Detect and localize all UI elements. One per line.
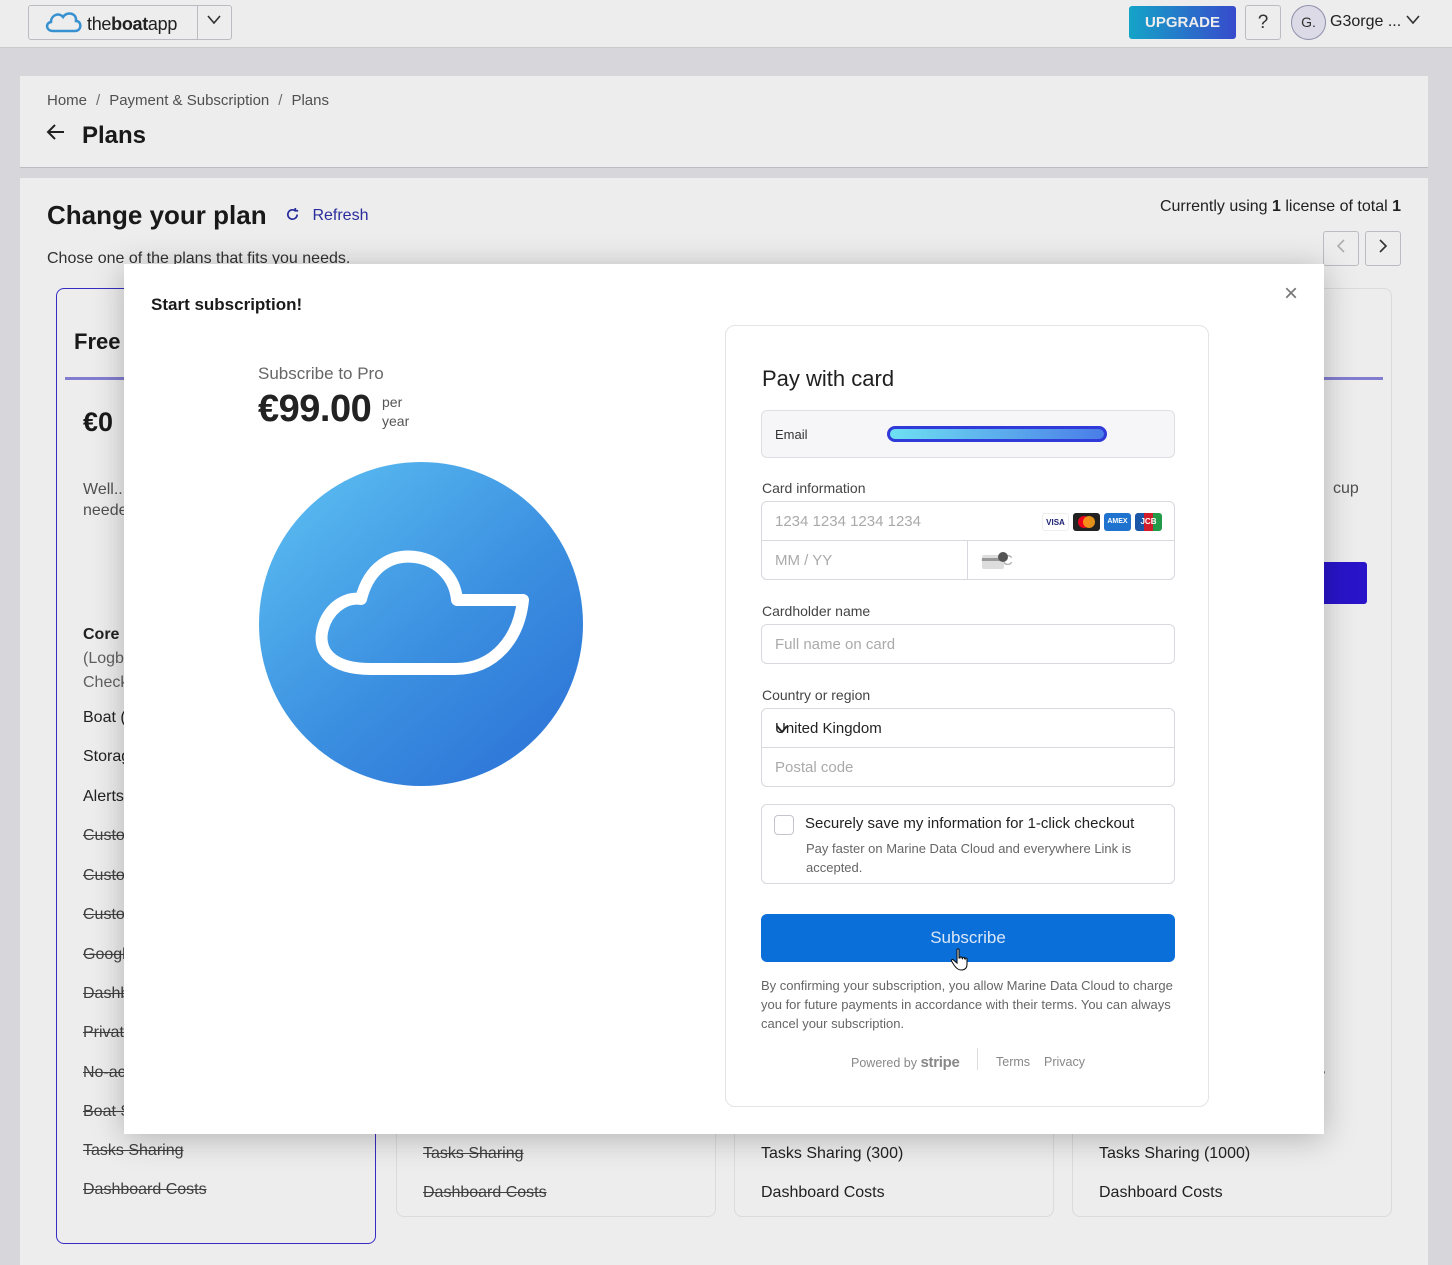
postal-code-input[interactable]: Postal code (761, 747, 1175, 787)
stripe-checkout-form: Pay with card Email Card information 123… (725, 325, 1209, 1107)
email-label: Email (775, 427, 808, 442)
cvc-input[interactable]: CVC (967, 540, 1175, 580)
privacy-link[interactable]: Privacy (1044, 1055, 1085, 1069)
cardholder-name-input[interactable]: Full name on card (761, 624, 1175, 664)
product-image (259, 462, 583, 786)
cloud-icon (315, 550, 529, 675)
legal-text: By confirming your subscription, you all… (761, 978, 1173, 1031)
subscription-modal: Start subscription! × Subscribe to Pro €… (124, 264, 1324, 1134)
billing-period: per year (382, 394, 410, 429)
pay-title: Pay with card (762, 366, 895, 391)
email-value-redacted (887, 426, 1107, 442)
price-amount: €99.00 (258, 388, 372, 430)
close-icon[interactable]: × (1284, 282, 1298, 306)
terms-link[interactable]: Terms (996, 1055, 1030, 1069)
amex-icon: AMEX (1104, 513, 1131, 531)
product-name: Subscribe to Pro (258, 364, 384, 383)
card-info-label: Card information (762, 480, 866, 496)
modal-title: Start subscription! (151, 295, 303, 314)
card-number-input[interactable]: 1234 1234 1234 1234 VISA AMEX JCB (761, 501, 1175, 541)
visa-icon: VISA (1042, 513, 1069, 531)
expiry-input[interactable]: MM / YY (761, 540, 968, 580)
divider (977, 1048, 978, 1070)
country-label: Country or region (762, 687, 871, 703)
cardholder-label: Cardholder name (762, 603, 871, 619)
cvc-card-icon (981, 552, 1162, 574)
email-field[interactable]: Email (761, 410, 1175, 458)
hand-cursor-icon (950, 948, 970, 977)
save-info-label: Securely save my information for 1-click… (805, 815, 1135, 832)
chevron-down-icon (775, 720, 1162, 741)
save-info-description: Pay faster on Marine Data Cloud and ever… (806, 841, 1132, 875)
save-info-checkbox[interactable] (774, 815, 794, 835)
mastercard-icon (1073, 513, 1100, 531)
card-brands: VISA AMEX JCB (1042, 513, 1162, 531)
powered-by-stripe[interactable]: Powered by stripe (851, 1054, 960, 1071)
jcb-icon: JCB (1135, 513, 1162, 531)
save-info-section: Securely save my information for 1-click… (761, 804, 1175, 884)
country-select[interactable]: United Kingdom (761, 708, 1175, 748)
